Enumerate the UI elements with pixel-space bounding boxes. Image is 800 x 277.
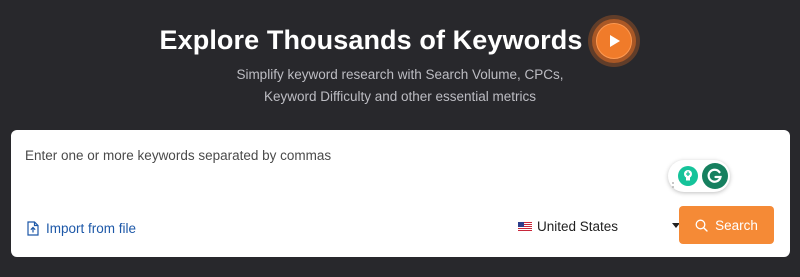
keywords-input[interactable] [25,144,665,166]
subtitle-line-1: Simplify keyword research with Search Vo… [236,67,564,82]
country-select[interactable]: United States [518,215,680,237]
us-flag-icon [518,221,532,231]
page-subtitle: Simplify keyword research with Search Vo… [0,64,800,108]
play-button-ring [592,19,637,63]
play-button-core [596,23,633,59]
grammarly-widget[interactable] [668,160,730,192]
play-icon [610,35,621,47]
video-play-button[interactable] [588,15,641,67]
keyword-search-card: Import from file United States Search [11,130,790,257]
grammarly-icon [707,168,722,183]
grammarly-suggestion-button[interactable] [678,166,698,186]
search-button[interactable]: Search [679,206,774,244]
hero-section: Explore Thousands of Keywords Simplify k… [0,0,800,277]
search-icon [695,219,708,232]
grammarly-drag-handle[interactable] [672,182,675,188]
subtitle-line-2: Keyword Difficulty and other essential m… [263,89,537,104]
grammarly-button[interactable] [702,163,728,189]
import-from-file-link[interactable]: Import from file [27,219,136,237]
file-import-icon [27,220,39,236]
search-button-label: Search [715,217,758,233]
page-title: Explore Thousands of Keywords [159,24,583,55]
lightbulb-icon [684,170,692,181]
import-from-file-label: Import from file [46,220,137,236]
title-row: Explore Thousands of Keywords [0,14,800,67]
country-select-value: United States [537,218,619,234]
